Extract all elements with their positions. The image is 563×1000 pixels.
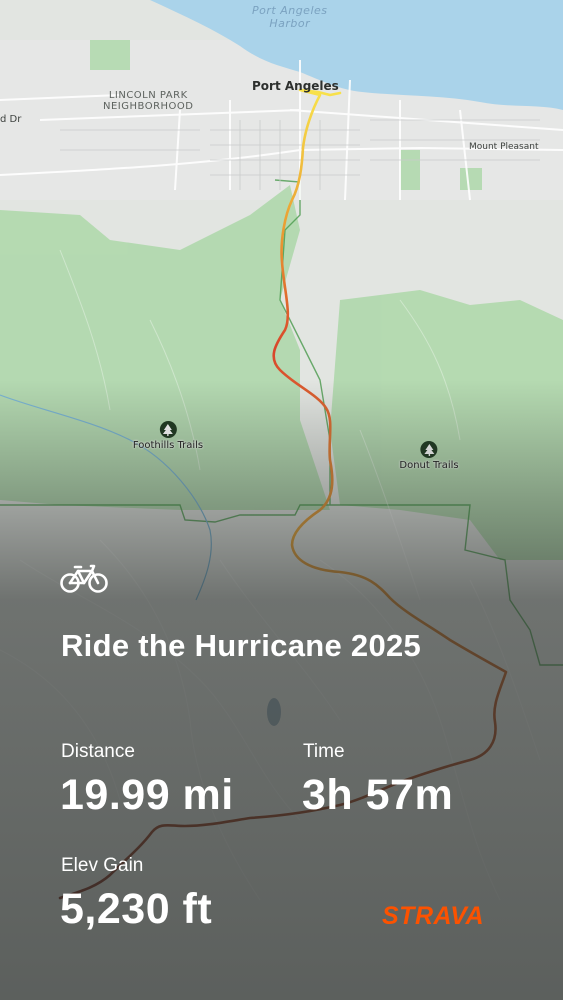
elev-gain-value: 5,230 ft — [60, 885, 213, 933]
strava-logo: STRAVA — [382, 902, 485, 930]
activity-stats: Ride the Hurricane 2025 Distance 19.99 m… — [0, 0, 563, 1000]
bicycle-icon — [60, 562, 108, 599]
elev-gain-label: Elev Gain — [61, 855, 144, 876]
time-value: 3h 57m — [302, 771, 454, 819]
activity-title: Ride the Hurricane 2025 — [61, 628, 422, 663]
distance-value: 19.99 mi — [60, 771, 234, 819]
time-label: Time — [303, 741, 345, 762]
distance-label: Distance — [61, 741, 135, 762]
